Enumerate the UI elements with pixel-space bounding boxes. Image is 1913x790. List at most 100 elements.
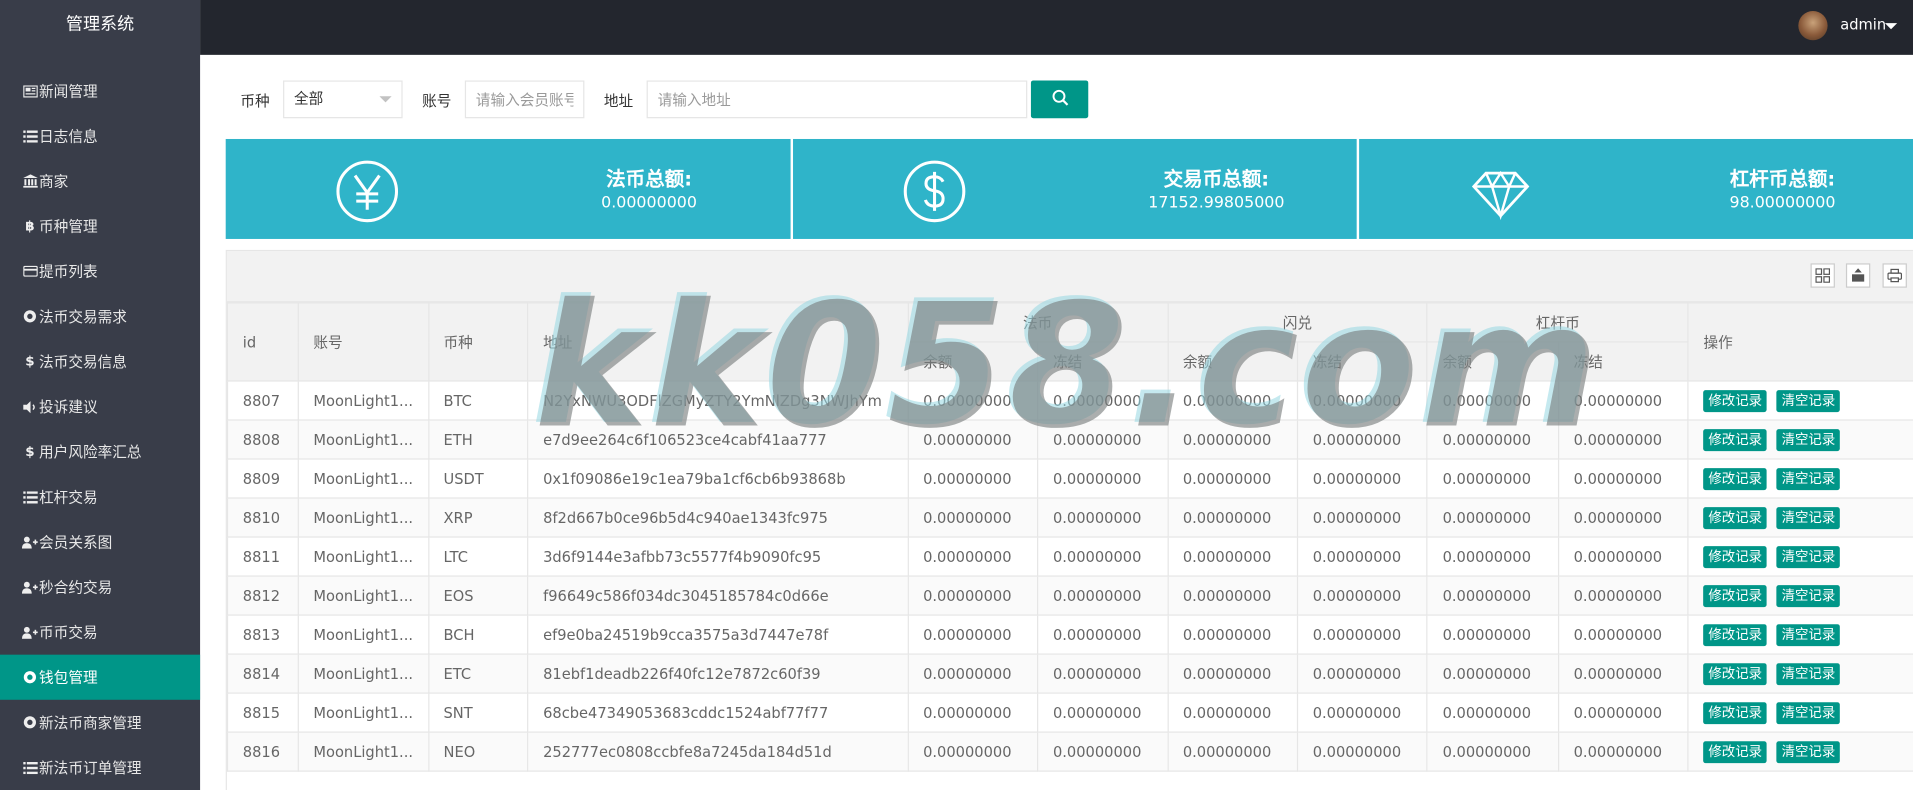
sidebar-item-member-graph[interactable]: 会员关系图 bbox=[0, 519, 200, 564]
sidebar-item-fiat-demand[interactable]: 法币交易需求 bbox=[0, 294, 200, 339]
stat-card-trade: 交易币总额: 17152.99805000 bbox=[793, 138, 1357, 239]
cell-account: MoonLight1... bbox=[297, 692, 429, 733]
sidebar-item-risk-summary[interactable]: $ 用户风险率汇总 bbox=[0, 429, 200, 474]
table-toolbar bbox=[226, 251, 1913, 303]
edit-record-button[interactable]: 修改记录 bbox=[1703, 467, 1767, 490]
currency-select[interactable]: 全部 bbox=[283, 80, 403, 119]
cell-account: MoonLight1... bbox=[297, 614, 429, 655]
cell-address: 0x1f09086e19c1ea79ba1cf6cb6b93868b bbox=[527, 458, 909, 499]
edit-record-button[interactable]: 修改记录 bbox=[1703, 389, 1767, 412]
wallet-table: id 账号 币种 地址 法币 闪兑 杠杆币 操作 余额 冻结 余额 冻结 余额 … bbox=[226, 302, 1913, 772]
sidebar-item-label: 币种管理 bbox=[39, 218, 98, 236]
clear-record-button[interactable]: 清空记录 bbox=[1776, 701, 1841, 724]
edit-record-button[interactable]: 修改记录 bbox=[1703, 506, 1767, 529]
sidebar-item-logs[interactable]: 日志信息 bbox=[0, 113, 200, 158]
columns-filter-button[interactable] bbox=[1810, 263, 1835, 288]
col-header-leverage-frozen: 冻结 bbox=[1557, 341, 1689, 382]
print-button[interactable] bbox=[1882, 263, 1907, 288]
cell-fiat-frozen: 0.00000000 bbox=[1037, 419, 1169, 460]
user-name[interactable]: admin bbox=[1840, 16, 1886, 33]
account-input[interactable] bbox=[464, 80, 585, 119]
cell-leverage-balance: 0.00000000 bbox=[1426, 692, 1559, 733]
col-header-flash-balance: 余额 bbox=[1166, 341, 1299, 382]
sidebar-item-label: 提币列表 bbox=[39, 263, 98, 281]
export-button[interactable] bbox=[1845, 263, 1871, 288]
cell-fiat-balance: 0.00000000 bbox=[907, 536, 1039, 577]
cell-fiat-balance: 0.00000000 bbox=[907, 653, 1039, 694]
cell-account: MoonLight1... bbox=[297, 575, 429, 616]
search-button[interactable] bbox=[1030, 80, 1089, 119]
currency-filter-label: 币种 bbox=[240, 92, 270, 110]
sidebar-item-leverage[interactable]: 杠杆交易 bbox=[0, 474, 200, 519]
top-header: admin bbox=[200, 0, 1913, 55]
cell-fiat-balance: 0.00000000 bbox=[907, 380, 1039, 421]
col-header-fiat-balance: 余额 bbox=[907, 341, 1039, 382]
clear-record-button[interactable]: 清空记录 bbox=[1776, 389, 1841, 412]
address-input[interactable] bbox=[646, 80, 1028, 119]
currency-select-value: 全部 bbox=[294, 90, 324, 108]
circle-icon bbox=[22, 671, 38, 684]
account-filter-label: 账号 bbox=[422, 92, 452, 110]
sidebar-item-withdraw[interactable]: 提币列表 bbox=[0, 249, 200, 294]
sidebar-item-coin-trade[interactable]: 币币交易 bbox=[0, 610, 200, 655]
edit-record-button[interactable]: 修改记录 bbox=[1703, 623, 1767, 646]
edit-record-button[interactable]: 修改记录 bbox=[1703, 584, 1767, 607]
cell-fiat-balance: 0.00000000 bbox=[907, 497, 1039, 538]
newspaper-icon bbox=[22, 84, 38, 97]
sidebar-item-label: 法币交易信息 bbox=[39, 353, 127, 371]
clear-record-button[interactable]: 清空记录 bbox=[1776, 740, 1841, 763]
cell-fiat-frozen: 0.00000000 bbox=[1037, 380, 1169, 421]
cell-flash-frozen: 0.00000000 bbox=[1296, 380, 1428, 421]
table-body: 8807 MoonLight1... BTC N2YxNWU3ODFlZGMyZTY2… bbox=[226, 380, 1913, 772]
edit-record-button[interactable]: 修改记录 bbox=[1703, 545, 1767, 568]
cell-id: 8816 bbox=[226, 731, 299, 772]
sidebar-item-wallet[interactable]: 钱包管理 bbox=[0, 654, 201, 700]
edit-record-button[interactable]: 修改记录 bbox=[1703, 662, 1767, 685]
edit-record-button[interactable]: 修改记录 bbox=[1703, 740, 1767, 763]
cell-actions: 修改记录 清空记录 bbox=[1687, 497, 1913, 538]
table-row: 8816 MoonLight1... NEO 252777ec0808ccbfe8a7… bbox=[226, 731, 1913, 772]
sidebar-item-second-contract[interactable]: 秒合约交易 bbox=[0, 564, 200, 609]
sidebar-item-new-fiat-merchant[interactable]: 新法币商家管理 bbox=[0, 700, 200, 745]
clear-record-button[interactable]: 清空记录 bbox=[1776, 545, 1841, 568]
cell-leverage-frozen: 0.00000000 bbox=[1557, 653, 1689, 694]
sidebar-item-complaints[interactable]: 投诉建议 bbox=[0, 384, 200, 429]
sidebar-item-currency[interactable]: ฿ 币种管理 bbox=[0, 204, 200, 249]
clear-record-button[interactable]: 清空记录 bbox=[1776, 506, 1841, 529]
sidebar-item-fiat-info[interactable]: $ 法币交易信息 bbox=[0, 339, 200, 384]
avatar[interactable] bbox=[1798, 10, 1828, 41]
sidebar-item-new-fiat-orders[interactable]: 新法币订单管理 bbox=[0, 745, 200, 790]
stat-card-fiat: 法币总额: 0.00000000 bbox=[225, 138, 791, 239]
cell-leverage-frozen: 0.00000000 bbox=[1557, 692, 1689, 733]
admin-page: 管理系统 新闻管理 日志信息 商家 ฿ 币种管理 提币列表 法币交易需求 $ 法… bbox=[0, 0, 1913, 790]
col-header-address: 地址 bbox=[527, 302, 909, 382]
sidebar-item-label: 用户风险率汇总 bbox=[39, 443, 142, 461]
cell-currency: BTC bbox=[427, 380, 529, 421]
sidebar-item-news[interactable]: 新闻管理 bbox=[0, 68, 200, 113]
table-row: 8813 MoonLight1... BCH ef9e0ba24519b9cca357… bbox=[226, 614, 1913, 655]
sidebar-item-label: 钱包管理 bbox=[39, 669, 98, 687]
bank-icon bbox=[22, 174, 38, 188]
sidebar-item-label: 日志信息 bbox=[39, 128, 98, 146]
clear-record-button[interactable]: 清空记录 bbox=[1776, 623, 1841, 646]
clear-record-button[interactable]: 清空记录 bbox=[1776, 428, 1841, 451]
diamond-icon bbox=[1469, 160, 1532, 223]
clear-record-button[interactable]: 清空记录 bbox=[1776, 662, 1841, 685]
edit-record-button[interactable]: 修改记录 bbox=[1703, 428, 1767, 451]
cell-fiat-frozen: 0.00000000 bbox=[1037, 731, 1169, 772]
col-group-leverage: 杠杆币 bbox=[1426, 302, 1689, 343]
cell-currency: XRP bbox=[427, 497, 529, 538]
cell-address: 8f2d667b0ce96b5d4c940ae1343fc975 bbox=[527, 497, 909, 538]
edit-record-button[interactable]: 修改记录 bbox=[1703, 701, 1767, 724]
cell-fiat-balance: 0.00000000 bbox=[907, 614, 1039, 655]
sidebar-item-merchant[interactable]: 商家 bbox=[0, 158, 200, 203]
clear-record-button[interactable]: 清空记录 bbox=[1776, 584, 1841, 607]
col-header-fiat-frozen: 冻结 bbox=[1037, 341, 1169, 382]
sidebar-item-label: 秒合约交易 bbox=[39, 579, 113, 597]
cell-flash-frozen: 0.00000000 bbox=[1296, 497, 1428, 538]
cell-flash-frozen: 0.00000000 bbox=[1296, 692, 1428, 733]
col-header-actions: 操作 bbox=[1687, 302, 1913, 382]
cell-leverage-frozen: 0.00000000 bbox=[1557, 419, 1689, 460]
clear-record-button[interactable]: 清空记录 bbox=[1776, 467, 1841, 490]
caret-down-icon[interactable] bbox=[1884, 23, 1898, 30]
